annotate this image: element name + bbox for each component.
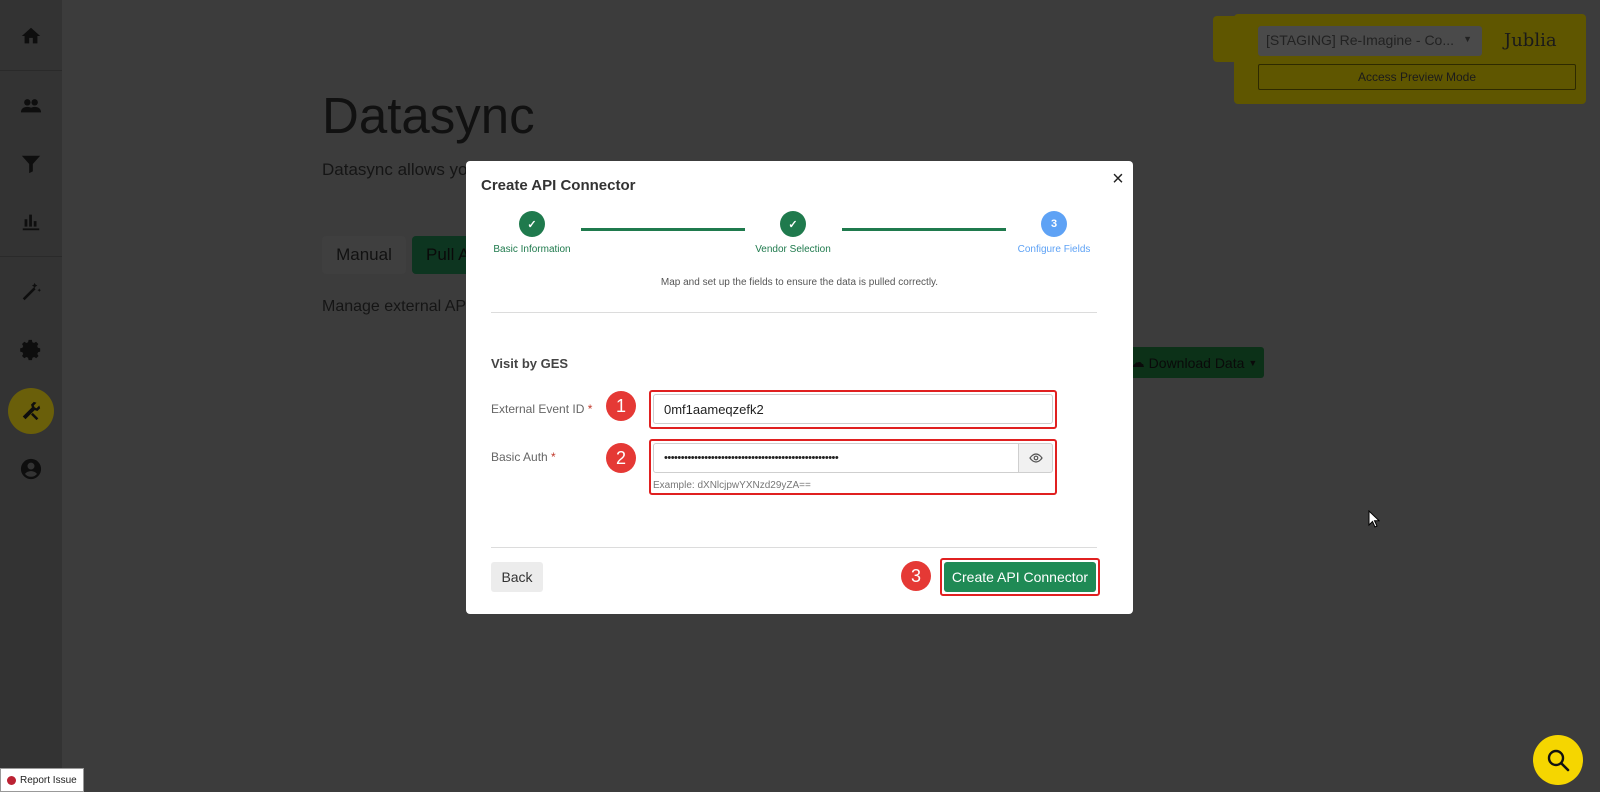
field-label-text: External Event ID — [491, 402, 585, 416]
step-badge-1: 1 — [606, 391, 636, 421]
divider — [491, 547, 1097, 548]
sidebar-item-analytics[interactable] — [11, 202, 51, 242]
mouse-cursor-icon — [1368, 510, 1380, 528]
sidebar-item-home[interactable] — [11, 16, 51, 56]
step-badge-3: 3 — [901, 561, 931, 591]
sidebar-item-settings[interactable] — [11, 330, 51, 370]
search-fab-button[interactable] — [1533, 735, 1583, 785]
sidebar-item-profile[interactable] — [11, 449, 51, 489]
basic-auth-hint: Example: dXNlcjpwYXNzd29yZA== — [653, 480, 811, 491]
caret-down-icon: ▼ — [1248, 357, 1258, 368]
user-circle-icon — [20, 458, 42, 480]
required-marker: * — [587, 402, 593, 416]
toggle-visibility-button[interactable] — [1019, 443, 1053, 473]
step-3-indicator: 3 — [1041, 211, 1067, 237]
external-event-id-input[interactable]: 0mf1aameqzefk2 — [653, 394, 1053, 424]
step-1-check-icon: ✓ — [519, 211, 545, 237]
gear-icon — [20, 339, 41, 361]
modal-title: Create API Connector — [481, 177, 636, 194]
home-icon — [21, 27, 41, 44]
magic-wand-icon — [22, 282, 42, 301]
event-select[interactable]: [STAGING] Re-Imagine - Co... ▼ — [1258, 26, 1482, 56]
users-icon — [20, 99, 42, 113]
step-description: Map and set up the fields to ensure the … — [660, 277, 939, 288]
page-title: Datasync — [322, 87, 535, 144]
sidebar-item-users[interactable] — [11, 86, 51, 126]
stepper-connector — [581, 228, 745, 231]
basic-auth-input[interactable]: ••••••••••••••••••••••••••••••••••••••••… — [653, 443, 1019, 473]
report-issue-label: Report Issue — [20, 774, 77, 786]
step-2-label: Vendor Selection — [755, 244, 831, 255]
sidebar-item-magic[interactable] — [11, 272, 51, 312]
step-2-check-icon: ✓ — [780, 211, 806, 237]
manage-description: Manage external AP — [322, 298, 467, 315]
divider — [491, 312, 1097, 313]
filter-icon — [21, 155, 41, 174]
section-title: Visit by GES — [491, 356, 569, 371]
tab-manual[interactable]: Manual — [322, 236, 406, 274]
caret-down-icon: ▼ — [1463, 34, 1472, 44]
preview-widget: [STAGING] Re-Imagine - Co... ▼ Jublia Ac… — [1234, 14, 1586, 104]
bug-icon — [7, 775, 16, 785]
create-api-connector-button[interactable]: Create API Connector — [944, 562, 1096, 592]
tools-icon — [22, 401, 41, 421]
brand-logo: Jublia — [1504, 30, 1557, 51]
back-button[interactable]: Back — [491, 562, 543, 592]
sidebar-divider — [0, 70, 62, 71]
stepper-connector — [842, 228, 1006, 231]
download-data-label: Download Data — [1148, 354, 1245, 371]
search-icon — [1547, 749, 1570, 772]
preview-collapse-tab[interactable] — [1213, 16, 1235, 62]
eye-icon — [1028, 453, 1043, 463]
sidebar-item-filter[interactable] — [11, 144, 51, 184]
create-api-connector-modal: Create API Connector × ✓ Basic Informati… — [466, 161, 1133, 614]
sidebar — [0, 0, 62, 792]
access-preview-button[interactable]: Access Preview Mode — [1258, 64, 1576, 90]
bar-chart-icon — [22, 214, 40, 231]
step-1-label: Basic Information — [493, 244, 571, 255]
field-label-text: Basic Auth — [491, 450, 548, 464]
page-subtitle: Datasync allows yo — [322, 160, 468, 179]
download-data-button[interactable]: ☁ Download Data ▼ — [1124, 347, 1264, 378]
report-issue-button[interactable]: Report Issue — [0, 768, 84, 792]
external-event-id-label: External Event ID * — [491, 402, 592, 416]
event-select-value: [STAGING] Re-Imagine - Co... — [1266, 32, 1455, 48]
step-badge-2: 2 — [606, 443, 636, 473]
step-3-label: Configure Fields — [1017, 244, 1091, 255]
sidebar-divider — [0, 256, 62, 257]
basic-auth-label: Basic Auth * — [491, 450, 556, 464]
sidebar-item-tools[interactable] — [8, 388, 54, 434]
close-icon[interactable]: × — [1106, 167, 1130, 191]
required-marker: * — [551, 450, 556, 464]
